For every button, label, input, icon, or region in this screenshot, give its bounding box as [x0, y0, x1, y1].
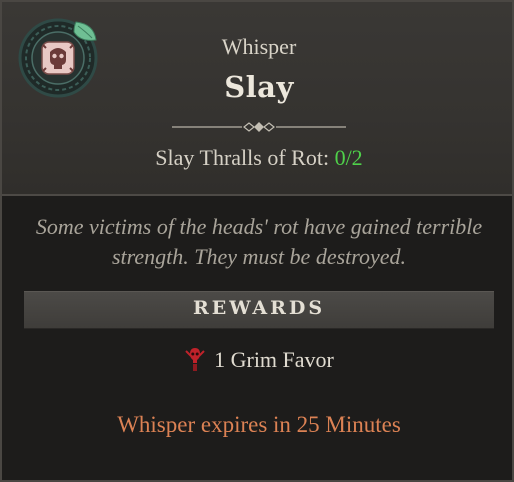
objective-label: Slay Thralls of Rot:: [155, 145, 330, 170]
quest-description: Some victims of the heads' rot have gain…: [35, 214, 483, 269]
whisper-quest-tooltip: Whisper Slay Slay Thralls of Rot: 0/2 So…: [0, 0, 514, 482]
quest-title: Slay: [224, 70, 294, 104]
reward-label: 1 Grim Favor: [214, 347, 334, 372]
ornament-divider-icon: [172, 122, 346, 132]
grim-favor-icon: [185, 348, 205, 371]
rewards-header: REWARDS: [192, 297, 326, 319]
expiry-text: Whisper expires in 25 Minutes: [117, 412, 401, 437]
tooltip-header: Whisper Slay Slay Thralls of Rot: 0/2: [2, 2, 512, 196]
objective-progress: 0/2: [334, 145, 363, 170]
rewards-header-bar: REWARDS: [24, 291, 494, 329]
quest-type-label: Whisper: [221, 34, 297, 59]
reward-item: 1 Grim Favor: [2, 346, 514, 373]
quest-objective: Slay Thralls of Rot: 0/2: [2, 145, 514, 171]
